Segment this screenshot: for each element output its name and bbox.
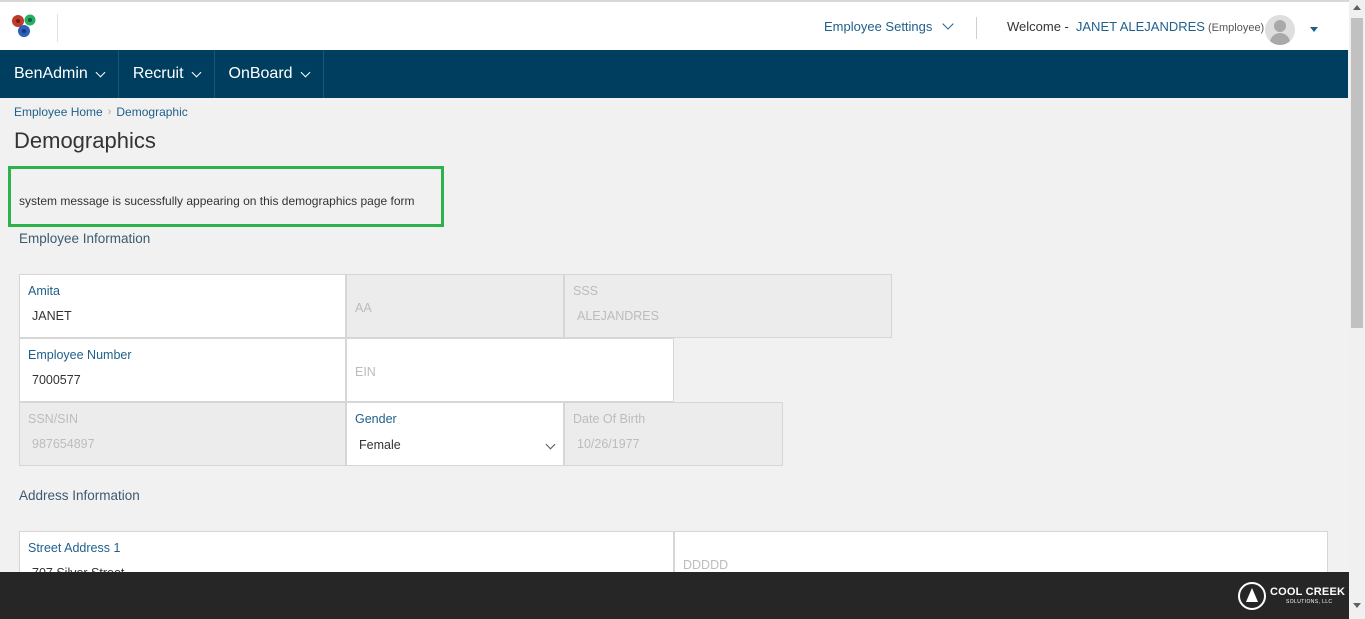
breadcrumb-separator-icon: › <box>107 106 112 118</box>
footer-brand-sub: SOLUTIONS, LLC <box>1286 599 1333 605</box>
gender-selected-value[interactable]: Female <box>359 438 401 452</box>
gender-select[interactable]: Gender Female <box>346 402 564 466</box>
section-title-employee-info: Employee Information <box>19 231 151 246</box>
main-nav: BenAdmin Recruit OnBoard <box>0 50 1348 98</box>
welcome-text: Welcome - JANET ALEJANDRES (Employee) <box>1007 19 1264 34</box>
nav-item-label: OnBoard <box>228 65 293 82</box>
field-label: SSS <box>573 284 599 298</box>
middle-name-field: AA <box>346 274 564 338</box>
scroll-down-icon[interactable] <box>1353 603 1361 608</box>
nav-item-label: BenAdmin <box>14 65 88 82</box>
breadcrumb: Employee Home › Demographic <box>14 105 188 119</box>
logo-divider <box>57 14 58 42</box>
date-of-birth-value: 10/26/1977 <box>577 437 640 451</box>
welcome-prefix: Welcome - <box>1007 19 1069 34</box>
section-title-address-info: Address Information <box>19 488 140 503</box>
first-name-field[interactable]: Amita JANET <box>19 274 346 338</box>
breadcrumb-home-link[interactable]: Employee Home <box>14 105 103 119</box>
page-scrollbar[interactable] <box>1349 0 1365 619</box>
field-label: Amita <box>28 284 60 298</box>
app-logo-icon[interactable] <box>10 12 38 40</box>
user-name-link[interactable]: JANET ALEJANDRES <box>1076 19 1205 34</box>
chevron-down-icon <box>191 67 201 77</box>
user-role: (Employee) <box>1207 22 1265 34</box>
field-label: Employee Number <box>28 348 132 362</box>
employee-number-input[interactable]: 7000577 <box>32 373 81 387</box>
ein-input-placeholder[interactable]: EIN <box>355 365 376 379</box>
caret-down-icon[interactable] <box>1310 27 1318 32</box>
chevron-down-icon <box>300 67 311 77</box>
tree-icon <box>1238 582 1266 610</box>
user-head-icon <box>1274 20 1286 32</box>
employee-number-field[interactable]: Employee Number 7000577 <box>19 338 346 402</box>
chevron-down-icon <box>942 18 955 30</box>
employee-settings-label: Employee Settings <box>824 19 933 34</box>
nav-item-recruit[interactable]: Recruit <box>119 50 215 98</box>
page-title: Demographics <box>14 128 156 153</box>
breadcrumb-current[interactable]: Demographic <box>116 105 187 119</box>
top-bar: Employee Settings Welcome - JANET ALEJAN… <box>0 0 1349 50</box>
chevron-down-icon <box>95 67 106 77</box>
field-label: Date Of Birth <box>573 412 646 426</box>
footer-brand: COOL CREEK <box>1270 586 1346 598</box>
nav-item-label: Recruit <box>132 65 184 82</box>
scrollbar-thumb[interactable] <box>1351 18 1363 328</box>
field-label: Gender <box>355 412 397 426</box>
scroll-up-icon[interactable] <box>1353 5 1361 10</box>
date-of-birth-field: Date Of Birth 10/26/1977 <box>564 402 783 466</box>
last-name-field: SSS ALEJANDRES <box>564 274 892 338</box>
cool-creek-logo: COOL CREEK SOLUTIONS, LLC <box>1238 582 1345 610</box>
system-message: system message is sucessfully appearing … <box>8 166 444 227</box>
header-divider <box>976 17 977 39</box>
nav-item-onboard[interactable]: OnBoard <box>215 50 324 98</box>
last-name-value: ALEJANDRES <box>577 309 659 323</box>
field-label: SSN/SIN <box>28 412 79 426</box>
footer: COOL CREEK SOLUTIONS, LLC <box>0 572 1349 619</box>
user-body-icon <box>1270 33 1290 45</box>
field-label: Street Address 1 <box>28 541 121 555</box>
employee-settings-menu[interactable]: Employee Settings <box>824 18 955 34</box>
first-name-input[interactable]: JANET <box>32 309 72 323</box>
chevron-down-icon[interactable] <box>545 439 556 450</box>
ssn-value: 987654897 <box>32 437 95 451</box>
ein-field[interactable]: EIN <box>346 338 674 402</box>
nav-item-benadmin[interactable]: BenAdmin <box>0 50 119 98</box>
avatar[interactable] <box>1265 15 1295 45</box>
field-label: AA <box>355 301 372 315</box>
ssn-field: SSN/SIN 987654897 <box>19 402 346 466</box>
address-extra-placeholder[interactable]: DDDDD <box>683 558 728 572</box>
footer-brand-text: COOL CREEK SOLUTIONS, LLC <box>1270 587 1345 605</box>
